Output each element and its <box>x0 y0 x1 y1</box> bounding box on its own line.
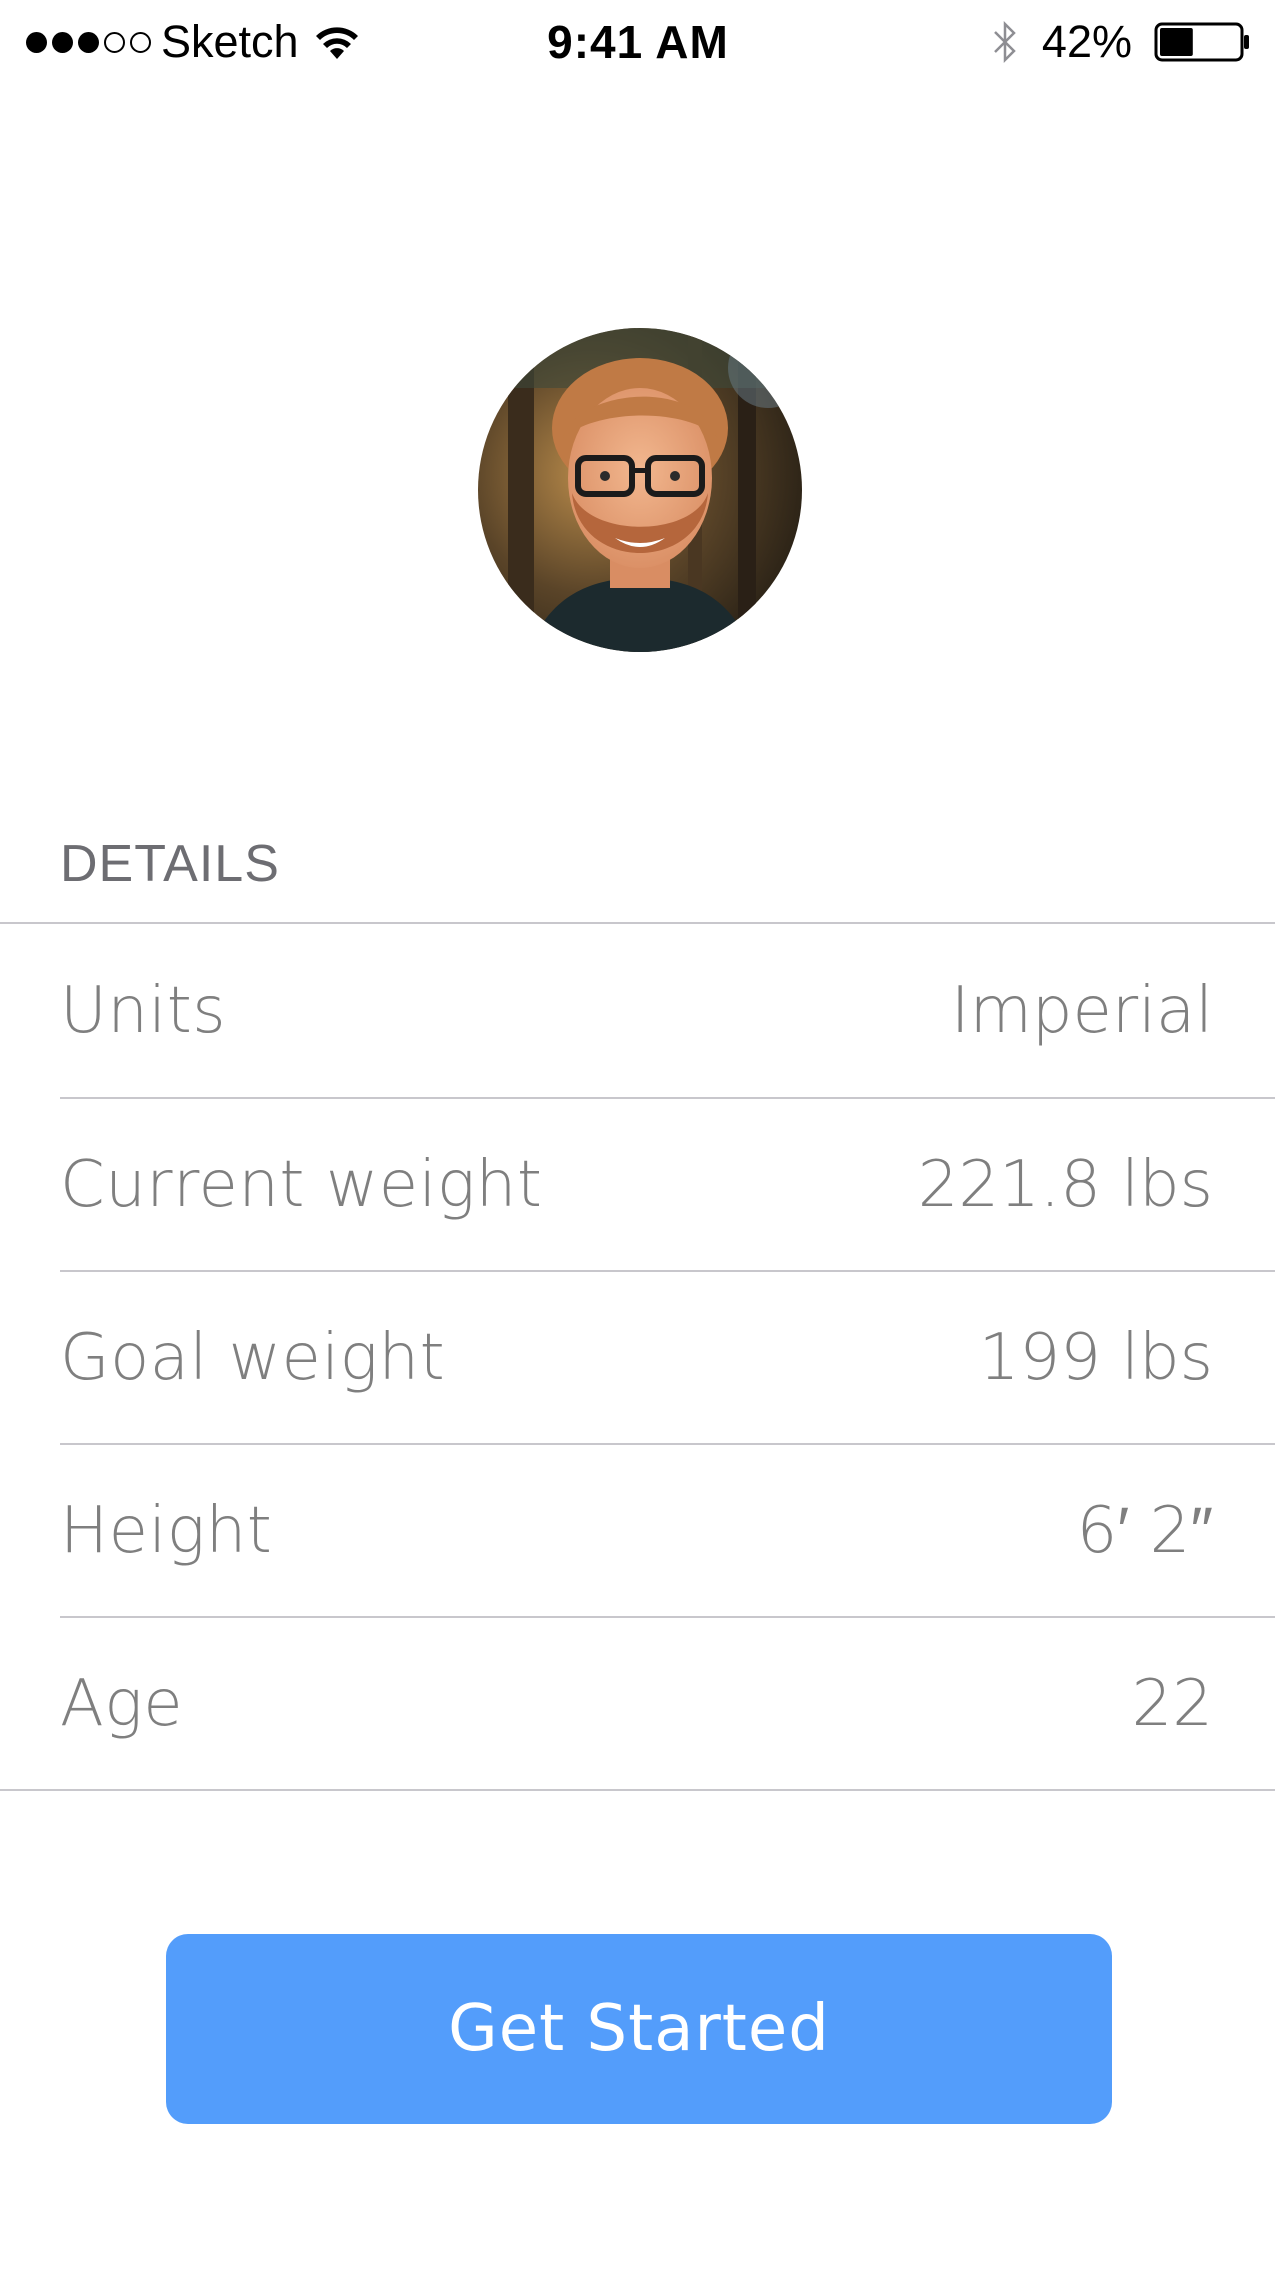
detail-row-goal-weight[interactable]: Goal weight 199 lbs <box>60 1270 1275 1443</box>
battery-fill <box>1160 28 1193 56</box>
row-label: Age <box>60 1666 184 1741</box>
get-started-button[interactable]: Get Started <box>166 1934 1112 2124</box>
details-list: Units Imperial Current weight 221.8 lbs … <box>0 922 1275 1791</box>
detail-row-height[interactable]: Height 6′ 2″ <box>60 1443 1275 1616</box>
row-value: 199 lbs <box>978 1320 1213 1395</box>
row-value: 221.8 lbs <box>917 1147 1213 1222</box>
row-label: Units <box>60 973 227 1048</box>
detail-row-units[interactable]: Units Imperial <box>60 924 1275 1097</box>
row-label: Current weight <box>60 1147 543 1222</box>
bluetooth-icon <box>994 20 1016 64</box>
profile-photo <box>478 328 802 652</box>
status-right: 42% <box>990 14 1252 70</box>
row-value: 22 <box>1131 1666 1213 1741</box>
avatar[interactable] <box>478 328 802 652</box>
row-label: Goal weight <box>60 1320 446 1395</box>
section-header-details: DETAILS <box>60 835 280 893</box>
battery-icon <box>1154 22 1249 62</box>
detail-row-age[interactable]: Age 22 <box>60 1616 1275 1789</box>
clock-text: 9:41 AM <box>547 16 729 68</box>
battery-percent: 42% <box>1041 16 1132 67</box>
status-bar: Sketch 9:41 AM 42% <box>0 0 1280 80</box>
row-value: 6′ 2″ <box>1076 1493 1213 1568</box>
detail-row-current-weight[interactable]: Current weight 221.8 lbs <box>60 1097 1275 1270</box>
row-label: Height <box>60 1493 273 1568</box>
row-value: Imperial <box>950 973 1213 1048</box>
